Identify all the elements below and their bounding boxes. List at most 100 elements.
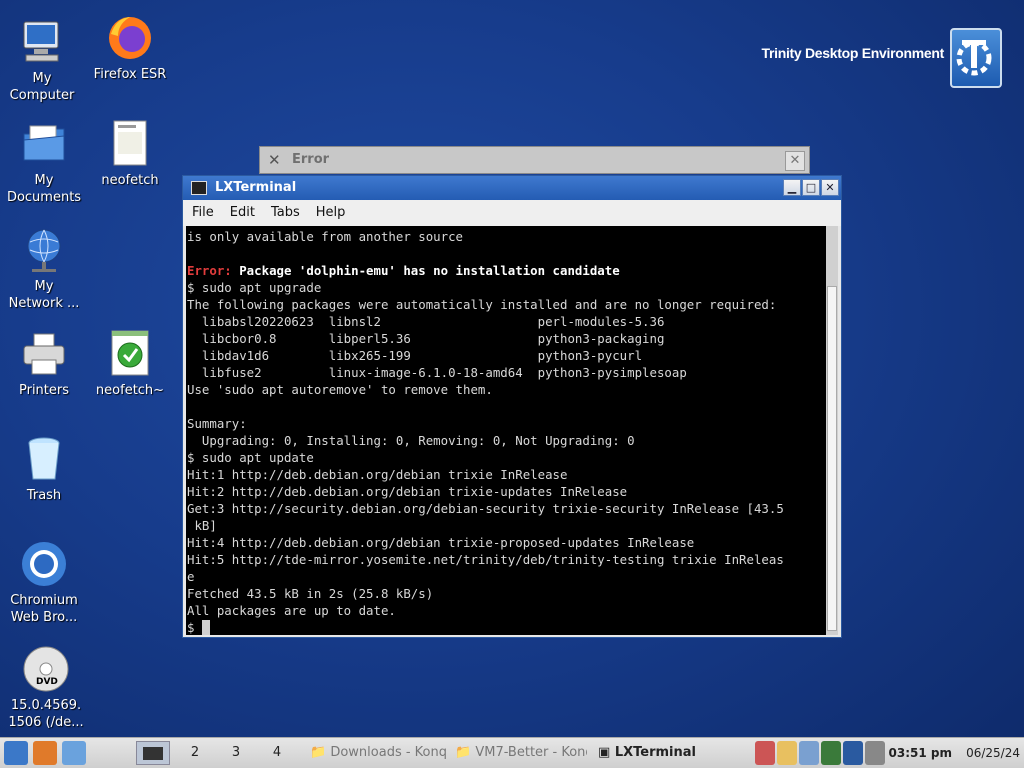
desktop-icon-label: Printers — [18, 383, 70, 398]
terminal-line: Upgrading: 0, Installing: 0, Removing: 0… — [187, 433, 635, 448]
terminal-line: kB] — [187, 518, 217, 533]
folder-icon — [20, 120, 68, 168]
desktop-icon-my-documents[interactable]: My Documents — [2, 120, 86, 206]
terminal-line: libabsl20220623 libnsl2 perl-modules-5.3… — [187, 314, 665, 329]
text-cursor — [201, 620, 210, 635]
task-label: LXTerminal — [614, 745, 696, 760]
desktop-icon-label: My Network ... — [8, 279, 80, 311]
lxterminal-window[interactable]: LXTerminal ▁ □ ✕ File Edit Tabs Help is onl… — [182, 175, 842, 638]
terminal-line: $ sudo apt update — [187, 450, 314, 465]
error-dialog-title: Error — [292, 152, 330, 167]
error-prefix: Error: — [187, 263, 232, 278]
task-downloads[interactable]: 📁 Downloads - Konqueror — [310, 741, 446, 765]
network-globe-icon — [20, 226, 68, 274]
desktop-1-button[interactable] — [136, 741, 170, 765]
text-file-icon — [106, 120, 154, 168]
maximize-button[interactable]: □ — [802, 179, 820, 196]
desktop-icon-label: neofetch~ — [95, 383, 165, 398]
error-dialog-close-button[interactable]: ✕ — [785, 151, 805, 171]
tray-keyboard-icon[interactable] — [777, 741, 797, 765]
desktop-icon-printers[interactable]: Printers — [2, 330, 86, 399]
backup-file-icon — [106, 330, 154, 378]
prompt: $ — [187, 620, 202, 635]
printer-icon — [20, 330, 68, 378]
clock-time[interactable]: 03:51 pm — [889, 746, 952, 760]
terminal-line: Hit:4 http://deb.debian.org/debian trixi… — [187, 535, 695, 550]
clock-date[interactable]: 06/25/24 — [966, 746, 1020, 760]
desktop-icon-my-network[interactable]: My Network ... — [2, 226, 86, 312]
terminal-line: Get:3 http://security.debian.org/debian-… — [187, 501, 784, 516]
terminal-line: All packages are up to date. — [187, 603, 396, 618]
terminal-app-icon — [191, 181, 207, 195]
desktop-icon-trash[interactable]: Trash — [2, 435, 86, 504]
menu-file[interactable]: File — [183, 200, 221, 220]
desktop-icon-my-computer[interactable]: My Computer — [0, 18, 84, 104]
desktop-pager-icon — [143, 747, 163, 760]
terminal-line: is only available from another source — [187, 229, 464, 244]
terminal-line: Fetched 43.5 kB in 2s (25.8 kB/s) — [187, 586, 434, 601]
desktop-icon-dvd[interactable]: DVD 15.0.4569. 1506 (/de... — [4, 645, 88, 731]
tray-network-icon[interactable] — [755, 741, 775, 765]
error-dialog-window[interactable]: ✕ Error ✕ — [259, 146, 810, 174]
menu-help[interactable]: Help — [307, 200, 353, 220]
terminal-line: $ sudo apt upgrade — [187, 280, 322, 295]
terminal-line: Hit:2 http://deb.debian.org/debian trixi… — [187, 484, 628, 499]
scrollbar-thumb[interactable] — [827, 286, 837, 631]
terminal-line: Use 'sudo apt autoremove' to remove them… — [187, 382, 493, 397]
desktop-icon-label: neofetch — [101, 173, 159, 188]
menu-edit[interactable]: Edit — [221, 200, 262, 220]
x-logo-icon: ✕ — [268, 151, 281, 169]
taskbar: 2 3 4 📁 Downloads - Konqueror 📁 VM7-Bett… — [0, 737, 1024, 768]
menu-tabs[interactable]: Tabs — [262, 200, 307, 220]
home-icon[interactable] — [33, 741, 57, 765]
desktop-icon-chromium[interactable]: Chromium Web Bro... — [2, 540, 86, 626]
dvd-disc-icon: DVD — [22, 645, 70, 693]
terminal-line: Summary: — [187, 416, 247, 431]
desktop-icon-neofetch-backup[interactable]: neofetch~ — [88, 330, 172, 399]
desktop-4-button[interactable]: 4 — [258, 741, 296, 765]
trinity-menu-icon[interactable] — [4, 741, 28, 765]
tray-update-icon[interactable] — [821, 741, 841, 765]
terminal-titlebar[interactable]: LXTerminal ▁ □ ✕ — [183, 176, 841, 200]
desktop-icon-label: 15.0.4569. 1506 (/de... — [8, 698, 84, 730]
desktop-icon-label: Chromium Web Bro... — [10, 593, 78, 625]
error-message: Package 'dolphin-emu' has no installatio… — [231, 263, 620, 278]
tray-clipboard-icon[interactable] — [799, 741, 819, 765]
desktop-icon-label: Trash — [26, 488, 62, 503]
task-vm7-better[interactable]: 📁 VM7-Better - Konqueror — [455, 741, 587, 765]
terminal-line: libcbor0.8 libperl5.36 python3-packaging — [187, 331, 665, 346]
desktop-icon-label: My Documents — [6, 173, 82, 205]
computer-icon — [18, 18, 66, 66]
terminal-line: Hit:1 http://deb.debian.org/debian trixi… — [187, 467, 568, 482]
desktop-icon-firefox[interactable]: Firefox ESR — [88, 14, 172, 83]
terminal-line: e — [187, 569, 195, 584]
desktop-icon-label: My Computer — [9, 71, 75, 103]
show-desktop-icon[interactable] — [62, 741, 86, 765]
desktop-icon-label: Firefox ESR — [93, 67, 167, 82]
chromium-icon — [20, 540, 68, 588]
desktop-brand-text: Trinity Desktop Environment — [761, 45, 945, 61]
tray-display-icon[interactable] — [843, 741, 863, 765]
close-button[interactable]: ✕ — [821, 179, 839, 196]
terminal-line: libdav1d6 libx265-199 python3-pycurl — [187, 348, 643, 363]
desktop-icon-neofetch[interactable]: neofetch — [88, 120, 172, 189]
terminal-line: The following packages were automaticall… — [187, 297, 777, 312]
terminal-line: Error: Package 'dolphin-emu' has no inst… — [187, 263, 620, 278]
desktop-3-button[interactable]: 3 — [217, 741, 255, 765]
trash-icon — [20, 435, 68, 483]
task-label: Downloads - Konqueror — [330, 745, 446, 760]
trinity-logo-icon — [950, 28, 1002, 88]
minimize-button[interactable]: ▁ — [783, 179, 801, 196]
desktop-2-button[interactable]: 2 — [176, 741, 214, 765]
tray-volume-icon[interactable] — [865, 741, 885, 765]
firefox-icon — [106, 14, 154, 62]
terminal-line: Hit:5 http://tde-mirror.yosemite.net/tri… — [187, 552, 784, 567]
terminal-scrollbar[interactable] — [826, 226, 838, 635]
task-lxterminal[interactable]: ▣ LXTerminal — [598, 741, 738, 765]
task-label: VM7-Better - Konqueror — [475, 745, 587, 760]
svg-text:DVD: DVD — [36, 677, 58, 687]
terminal-title: LXTerminal — [215, 180, 297, 195]
terminal-menubar: File Edit Tabs Help — [183, 200, 841, 226]
terminal-output[interactable]: is only available from another source Er… — [186, 226, 827, 635]
terminal-line: libfuse2 linux-image-6.1.0-18-amd64 pyth… — [187, 365, 687, 380]
